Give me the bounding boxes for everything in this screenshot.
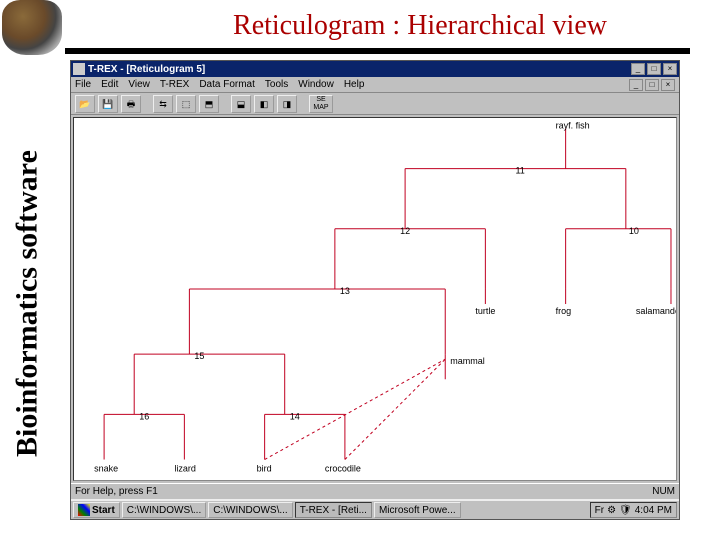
menu-tools[interactable]: Tools bbox=[265, 79, 288, 90]
leaf-rayf-fish: rayf. fish bbox=[556, 120, 590, 130]
toolbar-sep bbox=[144, 95, 150, 113]
leaf-crocodile: crocodile bbox=[325, 464, 361, 474]
node-13: 13 bbox=[340, 286, 350, 296]
node-11: 11 bbox=[515, 166, 524, 176]
task-item-ppt[interactable]: Microsoft Powe... bbox=[374, 502, 461, 518]
task-item-2[interactable]: C:\WINDOWS\... bbox=[208, 502, 292, 518]
menu-trex[interactable]: T-REX bbox=[160, 79, 189, 90]
leaf-mammal: mammal bbox=[450, 356, 485, 366]
bear-logo bbox=[2, 0, 62, 55]
tree-svg: rayf. fish 11 12 10 13 15 16 14 turtle f… bbox=[74, 118, 676, 480]
leaf-turtle: turtle bbox=[475, 306, 495, 316]
leaf-bird: bird bbox=[257, 464, 272, 474]
save-icon[interactable]: 💾 bbox=[98, 95, 118, 113]
menu-help[interactable]: Help bbox=[344, 79, 365, 90]
node-16: 16 bbox=[139, 411, 149, 421]
semap-button[interactable]: SE MAP bbox=[309, 95, 333, 113]
minimize-button[interactable]: _ bbox=[631, 63, 645, 75]
tool-b3-icon[interactable]: ⬒ bbox=[199, 95, 219, 113]
menubar: File Edit View T-REX Data Format Tools W… bbox=[71, 77, 679, 93]
start-button[interactable]: Start bbox=[73, 502, 120, 518]
tray-icon-1[interactable]: ⚙ bbox=[607, 505, 616, 516]
clock[interactable]: 4:04 PM bbox=[635, 505, 672, 516]
slide-underline bbox=[65, 48, 690, 54]
lang-indicator[interactable]: Fr bbox=[595, 505, 604, 516]
node-15: 15 bbox=[194, 351, 204, 361]
toolbar-sep2 bbox=[222, 95, 228, 113]
app-title: T-REX - [Reticulogram 5] bbox=[88, 64, 631, 75]
status-num: NUM bbox=[652, 486, 675, 497]
doc-close-button[interactable]: × bbox=[661, 79, 675, 91]
tool-b2-icon[interactable]: ⬚ bbox=[176, 95, 196, 113]
menu-file[interactable]: File bbox=[75, 79, 91, 90]
doc-maximize-button[interactable]: □ bbox=[645, 79, 659, 91]
leaf-salamander: salamander bbox=[636, 306, 676, 316]
task-item-1[interactable]: C:\WINDOWS\... bbox=[122, 502, 206, 518]
tray-icon-2[interactable]: 🛡 bbox=[619, 505, 632, 516]
menu-dataformat[interactable]: Data Format bbox=[199, 79, 255, 90]
app-icon bbox=[73, 63, 85, 75]
node-14: 14 bbox=[290, 411, 300, 421]
reticulogram-canvas[interactable]: rayf. fish 11 12 10 13 15 16 14 turtle f… bbox=[73, 117, 677, 481]
app-window: T-REX - [Reticulogram 5] _ □ × File Edit… bbox=[70, 60, 680, 520]
toolbar: 📂 💾 🖶 ⇆ ⬚ ⬒ ⬓ ◧ ◨ SE MAP bbox=[71, 93, 679, 115]
task-item-trex[interactable]: T-REX - [Reti... bbox=[295, 502, 372, 518]
statusbar: For Help, press F1 NUM bbox=[71, 483, 679, 499]
close-button[interactable]: × bbox=[663, 63, 677, 75]
toolbar-sep3 bbox=[300, 95, 306, 113]
tool-b5-icon[interactable]: ◧ bbox=[254, 95, 274, 113]
client-area: rayf. fish 11 12 10 13 15 16 14 turtle f… bbox=[71, 115, 679, 483]
slide-title: Reticulogram : Hierarchical view bbox=[150, 10, 690, 42]
systray[interactable]: Fr ⚙ 🛡 4:04 PM bbox=[590, 502, 677, 518]
tool-b4-icon[interactable]: ⬓ bbox=[231, 95, 251, 113]
node-12: 12 bbox=[400, 226, 410, 236]
leaf-frog: frog bbox=[556, 306, 572, 316]
doc-minimize-button[interactable]: _ bbox=[629, 79, 643, 91]
tool-b1-icon[interactable]: ⇆ bbox=[153, 95, 173, 113]
maximize-button[interactable]: □ bbox=[647, 63, 661, 75]
side-label: Bioinformatics software bbox=[5, 95, 50, 512]
node-10: 10 bbox=[629, 226, 639, 236]
start-label: Start bbox=[92, 505, 115, 516]
menu-window[interactable]: Window bbox=[298, 79, 334, 90]
open-icon[interactable]: 📂 bbox=[75, 95, 95, 113]
windows-icon bbox=[78, 504, 90, 516]
leaf-lizard: lizard bbox=[174, 464, 196, 474]
status-hint: For Help, press F1 bbox=[75, 486, 158, 497]
tool-b6-icon[interactable]: ◨ bbox=[277, 95, 297, 113]
leaf-snake: snake bbox=[94, 464, 118, 474]
print-icon[interactable]: 🖶 bbox=[121, 95, 141, 113]
taskbar: Start C:\WINDOWS\... C:\WINDOWS\... T-RE… bbox=[71, 499, 679, 519]
titlebar[interactable]: T-REX - [Reticulogram 5] _ □ × bbox=[71, 61, 679, 77]
menu-edit[interactable]: Edit bbox=[101, 79, 118, 90]
menu-view[interactable]: View bbox=[128, 79, 150, 90]
